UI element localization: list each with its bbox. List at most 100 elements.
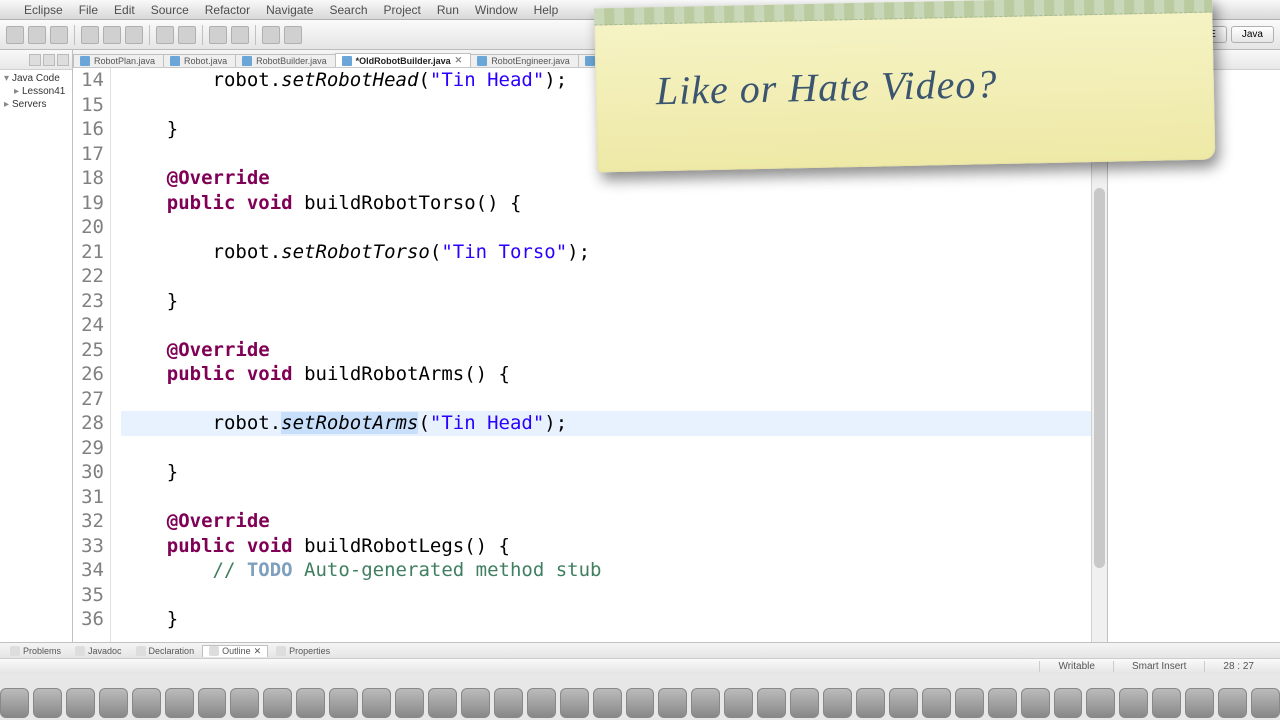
code-line[interactable]: } [121, 460, 1091, 485]
safari-icon[interactable] [132, 688, 161, 718]
view-tab[interactable]: Properties [270, 646, 336, 656]
menu-search[interactable]: Search [329, 3, 367, 17]
search-icon[interactable] [231, 26, 249, 44]
app-icon[interactable] [428, 688, 457, 718]
code-line[interactable]: robot.setRobotArms("Tin Head"); [121, 411, 1091, 436]
app-icon[interactable] [263, 688, 292, 718]
app-icon[interactable] [724, 688, 753, 718]
menu-edit[interactable]: Edit [114, 3, 135, 17]
finder-icon[interactable] [0, 688, 29, 718]
app-icon[interactable] [1119, 688, 1148, 718]
menu-window[interactable]: Window [475, 3, 518, 17]
app-icon[interactable] [1152, 688, 1181, 718]
nav-fwd-icon[interactable] [284, 26, 302, 44]
code-line[interactable]: } [121, 289, 1091, 314]
app-icon[interactable] [99, 688, 128, 718]
nav-back-icon[interactable] [262, 26, 280, 44]
app-icon[interactable] [461, 688, 490, 718]
menu-source[interactable]: Source [151, 3, 189, 17]
calendar-icon[interactable] [198, 688, 227, 718]
code-line[interactable]: @Override [121, 338, 1091, 363]
app-icon[interactable] [362, 688, 391, 718]
editor-tab[interactable]: RobotPlan.java [73, 54, 164, 67]
code-line[interactable]: // TODO Auto-generated method stub [121, 558, 1091, 583]
app-icon[interactable] [955, 688, 984, 718]
code-line[interactable]: public void buildRobotLegs() { [121, 534, 1091, 559]
app-icon[interactable] [691, 688, 720, 718]
new-package-icon[interactable] [156, 26, 174, 44]
app-icon[interactable] [1218, 688, 1247, 718]
bottom-views: ProblemsJavadocDeclarationOutline ✕Prope… [0, 642, 1280, 658]
vlc-icon[interactable] [856, 688, 885, 718]
tree-node[interactable]: ▾Java Code [2, 72, 70, 85]
app-icon[interactable] [494, 688, 523, 718]
new-icon[interactable] [6, 26, 24, 44]
tree-node[interactable]: ▸Servers [2, 98, 70, 111]
run-icon[interactable] [103, 26, 121, 44]
debug-icon[interactable] [81, 26, 99, 44]
app-icon[interactable] [658, 688, 687, 718]
app-icon[interactable] [329, 688, 358, 718]
app-icon[interactable] [823, 688, 852, 718]
view-tab[interactable]: Javadoc [69, 646, 128, 656]
view-tab[interactable]: Declaration [130, 646, 201, 656]
code-line[interactable]: robot.setRobotTorso("Tin Torso"); [121, 240, 1091, 265]
view-menu-icon[interactable] [57, 54, 69, 66]
photoshop-icon[interactable] [527, 688, 556, 718]
code-line[interactable] [121, 215, 1091, 240]
collapse-all-icon[interactable] [29, 54, 41, 66]
code-line[interactable] [121, 387, 1091, 412]
menu-eclipse[interactable]: Eclipse [24, 3, 63, 17]
app-icon[interactable] [757, 688, 786, 718]
app-icon[interactable] [395, 688, 424, 718]
app-icon[interactable] [1021, 688, 1050, 718]
code-line[interactable] [121, 436, 1091, 461]
menu-help[interactable]: Help [534, 3, 559, 17]
close-icon[interactable]: ✕ [455, 55, 463, 66]
app-icon[interactable] [66, 688, 95, 718]
app-icon[interactable] [790, 688, 819, 718]
menu-refactor[interactable]: Refactor [205, 3, 250, 17]
link-editor-icon[interactable] [43, 54, 55, 66]
code-line[interactable] [121, 485, 1091, 510]
line-number: 26 [73, 362, 104, 387]
editor-tab[interactable]: RobotEngineer.java [470, 54, 579, 67]
code-line[interactable] [121, 264, 1091, 289]
view-tab[interactable]: Problems [4, 646, 67, 656]
trash-icon[interactable] [1251, 688, 1280, 718]
save-all-icon[interactable] [50, 26, 68, 44]
menu-file[interactable]: File [79, 3, 98, 17]
code-line[interactable] [121, 583, 1091, 608]
app-icon[interactable] [1054, 688, 1083, 718]
terminal-icon[interactable] [988, 688, 1017, 718]
app-icon[interactable] [1086, 688, 1115, 718]
save-icon[interactable] [28, 26, 46, 44]
app-icon[interactable] [296, 688, 325, 718]
acrobat-icon[interactable] [593, 688, 622, 718]
code-line[interactable] [121, 313, 1091, 338]
new-class-icon[interactable] [178, 26, 196, 44]
app-icon[interactable] [1185, 688, 1214, 718]
illustrator-icon[interactable] [560, 688, 589, 718]
app-icon[interactable] [626, 688, 655, 718]
open-type-icon[interactable] [209, 26, 227, 44]
eclipse-icon[interactable] [922, 688, 951, 718]
editor-tab[interactable]: Robot.java [163, 54, 236, 67]
skype-icon[interactable] [889, 688, 918, 718]
close-icon[interactable]: ✕ [254, 646, 262, 657]
code-line[interactable]: @Override [121, 509, 1091, 534]
perspective-java[interactable]: Java [1231, 26, 1274, 43]
tree-node[interactable]: ▸Lesson41 [2, 85, 70, 98]
menu-project[interactable]: Project [384, 3, 421, 17]
editor-tab[interactable]: RobotBuilder.java [235, 54, 336, 67]
menu-run[interactable]: Run [437, 3, 459, 17]
editor-tab[interactable]: *OldRobotBuilder.java✕ [335, 53, 472, 67]
settings-icon[interactable] [33, 688, 62, 718]
chrome-icon[interactable] [165, 688, 194, 718]
view-tab[interactable]: Outline ✕ [202, 645, 268, 657]
menu-navigate[interactable]: Navigate [266, 3, 313, 17]
itunes-icon[interactable] [230, 688, 259, 718]
run-last-icon[interactable] [125, 26, 143, 44]
code-line[interactable]: } [121, 607, 1091, 632]
code-line[interactable]: public void buildRobotArms() { [121, 362, 1091, 387]
